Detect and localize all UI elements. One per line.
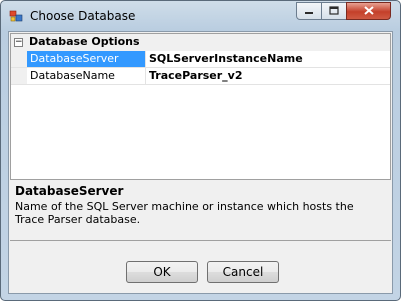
property-name[interactable]: DatabaseName: [27, 68, 146, 84]
divider: [10, 240, 391, 241]
collapse-icon[interactable]: −: [14, 38, 23, 47]
property-row-database-server[interactable]: DatabaseServer SQLServerInstanceName: [11, 51, 390, 68]
property-value[interactable]: SQLServerInstanceName: [149, 51, 303, 67]
window-title: Choose Database: [30, 9, 136, 23]
row-gutter: [11, 68, 27, 84]
property-value[interactable]: TraceParser_v2: [149, 68, 243, 84]
property-name[interactable]: DatabaseServer: [27, 51, 146, 67]
description-pane: DatabaseServer Name of the SQL Server ma…: [10, 179, 391, 239]
description-title: DatabaseServer: [15, 184, 124, 198]
dialog-body: − Database Options DatabaseServer SQLSer…: [8, 31, 393, 294]
database-icon: [9, 9, 23, 23]
category-label: Database Options: [29, 35, 140, 48]
dialog-window: Choose Database − Database Options Datab…: [0, 0, 401, 301]
description-text: Name of the SQL Server machine or instan…: [15, 200, 354, 226]
cancel-button[interactable]: Cancel: [207, 261, 279, 283]
ok-button[interactable]: OK: [126, 261, 198, 283]
minimize-icon: [304, 5, 314, 18]
minimize-button[interactable]: [296, 2, 322, 20]
category-database-options[interactable]: − Database Options: [11, 34, 390, 51]
close-button[interactable]: [346, 2, 391, 20]
maximize-icon: [329, 5, 339, 18]
title-bar[interactable]: Choose Database: [1, 1, 400, 31]
maximize-button[interactable]: [321, 2, 347, 20]
row-gutter: [11, 51, 27, 67]
property-row-database-name[interactable]: DatabaseName TraceParser_v2: [11, 68, 390, 85]
close-icon: [363, 5, 374, 18]
